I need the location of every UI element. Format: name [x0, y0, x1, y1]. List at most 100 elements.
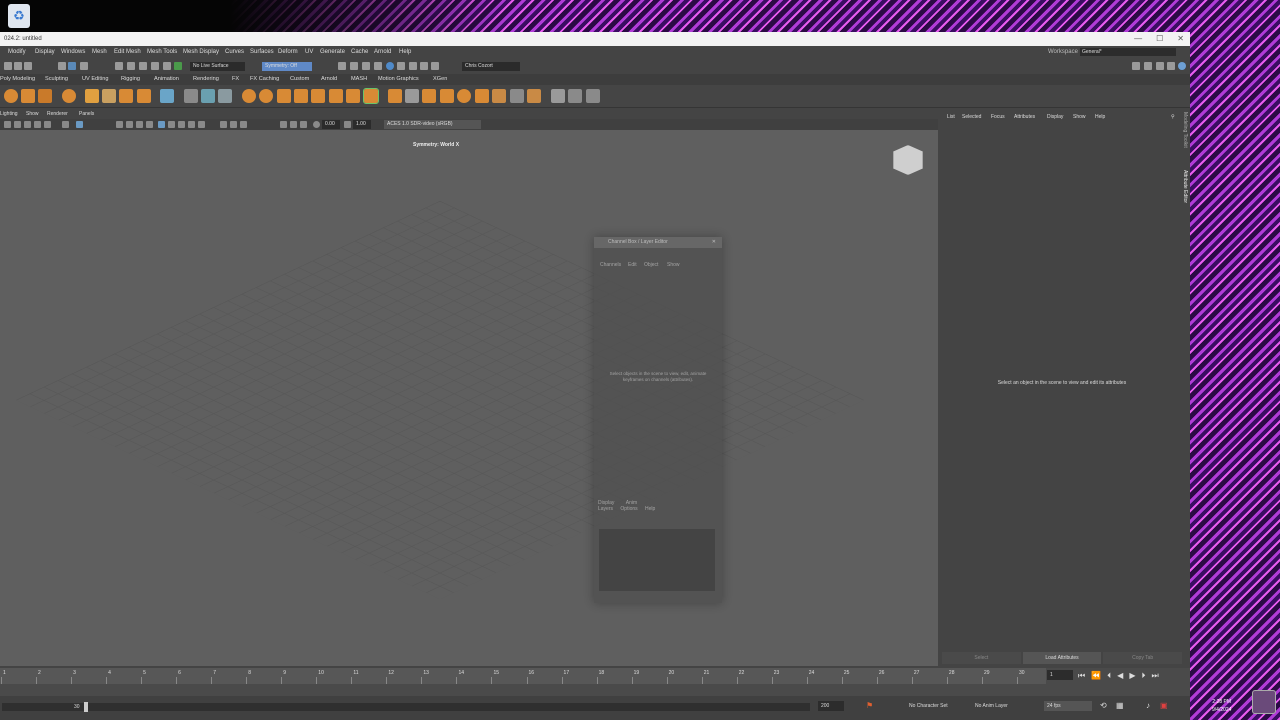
poly-cube-icon[interactable] [21, 89, 35, 103]
select-component-icon[interactable] [80, 62, 88, 70]
ipr-icon[interactable] [350, 62, 358, 70]
menu-mesh[interactable]: Mesh [92, 46, 107, 58]
character-set-dropdown[interactable]: No Character Set [906, 701, 964, 711]
play-forwards-icon[interactable]: ▶ [1129, 670, 1135, 682]
shelf-tab-arnold[interactable]: Arnold [321, 74, 337, 85]
text-icon[interactable] [119, 89, 133, 103]
menu-curves[interactable]: Curves [225, 46, 244, 58]
resolution-gate-icon[interactable] [76, 121, 83, 128]
minimize-icon[interactable]: — [1134, 32, 1142, 46]
user-account-dropdown[interactable]: Chris Cozort [462, 62, 520, 71]
menu-windows[interactable]: Windows [61, 46, 85, 58]
play-backwards-icon[interactable]: ◀ [1117, 670, 1123, 682]
shelf-tab-uv-editing[interactable]: UV Editing [82, 74, 108, 85]
motion-blur-icon[interactable] [188, 121, 195, 128]
wireframe-on-shaded-icon[interactable] [136, 121, 143, 128]
time-slider[interactable]: 1 2 3 4 5 6 7 8 9 10 11 12 13 14 15 16 17 18 19 20 21 22 23 24 2… [0, 668, 1190, 696]
colorspace-dropdown[interactable]: ACES 1.0 SDR-video (sRGB) [384, 120, 481, 129]
unfold-icon[interactable] [527, 89, 541, 103]
select-object-icon[interactable] [68, 62, 76, 70]
menu-arnold[interactable]: Arnold [374, 46, 391, 58]
edge-loop-icon[interactable] [405, 89, 419, 103]
recycle-bin-icon[interactable]: ♻ [8, 4, 30, 28]
ae-select-button[interactable]: Select [942, 652, 1021, 664]
ae-menu-list[interactable]: List [947, 110, 955, 124]
channel-box-toggle-icon[interactable] [1167, 62, 1175, 70]
menu-display[interactable]: Display [35, 46, 55, 58]
lights-icon[interactable] [158, 121, 165, 128]
ae-menu-focus[interactable]: Focus [991, 110, 1005, 124]
range-end-field[interactable]: 200 [818, 701, 844, 711]
redo-icon[interactable] [24, 62, 32, 70]
shelf-tab-xgen[interactable]: XGen [433, 74, 447, 85]
ae-menu-selected[interactable]: Selected [962, 110, 981, 124]
side-tab-attribute-editor[interactable]: Attribute Editor [1182, 170, 1188, 203]
gamma-icon[interactable] [344, 121, 351, 128]
auto-key-icon[interactable]: ⚑ [866, 701, 873, 710]
snap-view-icon[interactable] [151, 62, 159, 70]
bookmark-icon[interactable] [24, 121, 31, 128]
persp-viewport[interactable]: Symmetry: World X persp [0, 130, 938, 666]
ambient-occlusion-icon[interactable] [178, 121, 185, 128]
tool-settings-icon[interactable] [1156, 62, 1164, 70]
ae-menu-attributes[interactable]: Attributes [1014, 110, 1035, 124]
sidebar-toggle-icon[interactable] [1178, 62, 1186, 70]
arnold-render-icon[interactable] [386, 62, 394, 70]
light-icon[interactable] [420, 62, 428, 70]
step-forward-frame-icon[interactable]: ⏵ [1141, 670, 1145, 682]
grid-plane-icon[interactable] [160, 89, 174, 103]
maximize-icon[interactable]: ☐ [1156, 32, 1163, 46]
sphere-star-icon[interactable] [85, 89, 99, 103]
taskbar-clock[interactable]: 2:28 PM 9/4/2024 [1212, 698, 1231, 714]
xray-icon[interactable] [230, 121, 237, 128]
extrude-icon[interactable] [294, 89, 308, 103]
menu-modify[interactable]: Modify [8, 46, 26, 58]
step-back-key-icon[interactable]: ⏪ [1091, 670, 1101, 682]
snap-grid-icon[interactable] [115, 62, 123, 70]
menu-generate[interactable]: Generate [320, 46, 345, 58]
layer-menu-layers[interactable]: Layers [598, 506, 613, 512]
menu-mesh-display[interactable]: Mesh Display [183, 46, 219, 58]
exposure-icon[interactable] [313, 121, 320, 128]
select-tool-icon[interactable] [58, 62, 66, 70]
magnet-icon[interactable] [174, 62, 182, 70]
live-surface-field[interactable]: No Live Surface [190, 62, 245, 71]
shelf-tab-sculpting[interactable]: Sculpting [45, 74, 68, 85]
shelf-tab-rigging[interactable]: Rigging [121, 74, 140, 85]
poly-sphere-icon[interactable] [4, 89, 18, 103]
layer-menu-help[interactable]: Help [645, 506, 655, 512]
cb-menu-channels[interactable]: Channels [600, 260, 621, 270]
ae-load-attributes-button[interactable]: Load Attributes [1022, 652, 1102, 664]
side-tab-modeling-toolkit[interactable]: Modeling Toolkit [1182, 112, 1188, 148]
wireframe-icon[interactable] [116, 121, 123, 128]
shelf-tab-custom[interactable]: Custom [290, 74, 309, 85]
go-to-start-icon[interactable]: ⏮ [1078, 670, 1085, 682]
textured-icon[interactable] [146, 121, 153, 128]
triangle-icon[interactable] [184, 89, 198, 103]
relax-icon[interactable] [568, 89, 582, 103]
poly-cylinder-icon[interactable] [38, 89, 52, 103]
shelf-tab-rendering[interactable]: Rendering [193, 74, 219, 85]
layer-list[interactable] [599, 529, 715, 591]
target-weld-icon[interactable] [388, 89, 402, 103]
isolate-select-icon[interactable] [220, 121, 227, 128]
cb-menu-edit[interactable]: Edit [628, 260, 637, 270]
time-ruler[interactable]: 1 2 3 4 5 6 7 8 9 10 11 12 13 14 15 16 17 18 19 20 21 22 23 24 2… [0, 668, 1046, 684]
sculpt-icon[interactable] [551, 89, 565, 103]
pin-icon[interactable]: ⚲ [1171, 110, 1175, 124]
hud-icon[interactable] [280, 121, 287, 128]
shelf-tab-fx-caching[interactable]: FX Caching [250, 74, 279, 85]
safe-action-icon[interactable] [290, 121, 297, 128]
append-icon[interactable] [346, 89, 360, 103]
shelf-tab-poly-modeling[interactable]: Poly Modeling [0, 74, 35, 85]
menu-uv[interactable]: UV [305, 46, 313, 58]
cache-icon[interactable]: ▦ [1116, 701, 1124, 710]
multicut-icon[interactable] [363, 88, 379, 104]
anim-layer-dropdown[interactable]: No Anim Layer [972, 701, 1030, 711]
separate-icon[interactable] [218, 89, 232, 103]
viewport-menu-lighting[interactable]: Lighting [0, 110, 18, 119]
poly-torus-icon[interactable] [62, 89, 76, 103]
exposure-field[interactable]: 0.00 [322, 120, 340, 129]
shadows-icon[interactable] [168, 121, 175, 128]
arnold-stop-icon[interactable] [409, 62, 417, 70]
